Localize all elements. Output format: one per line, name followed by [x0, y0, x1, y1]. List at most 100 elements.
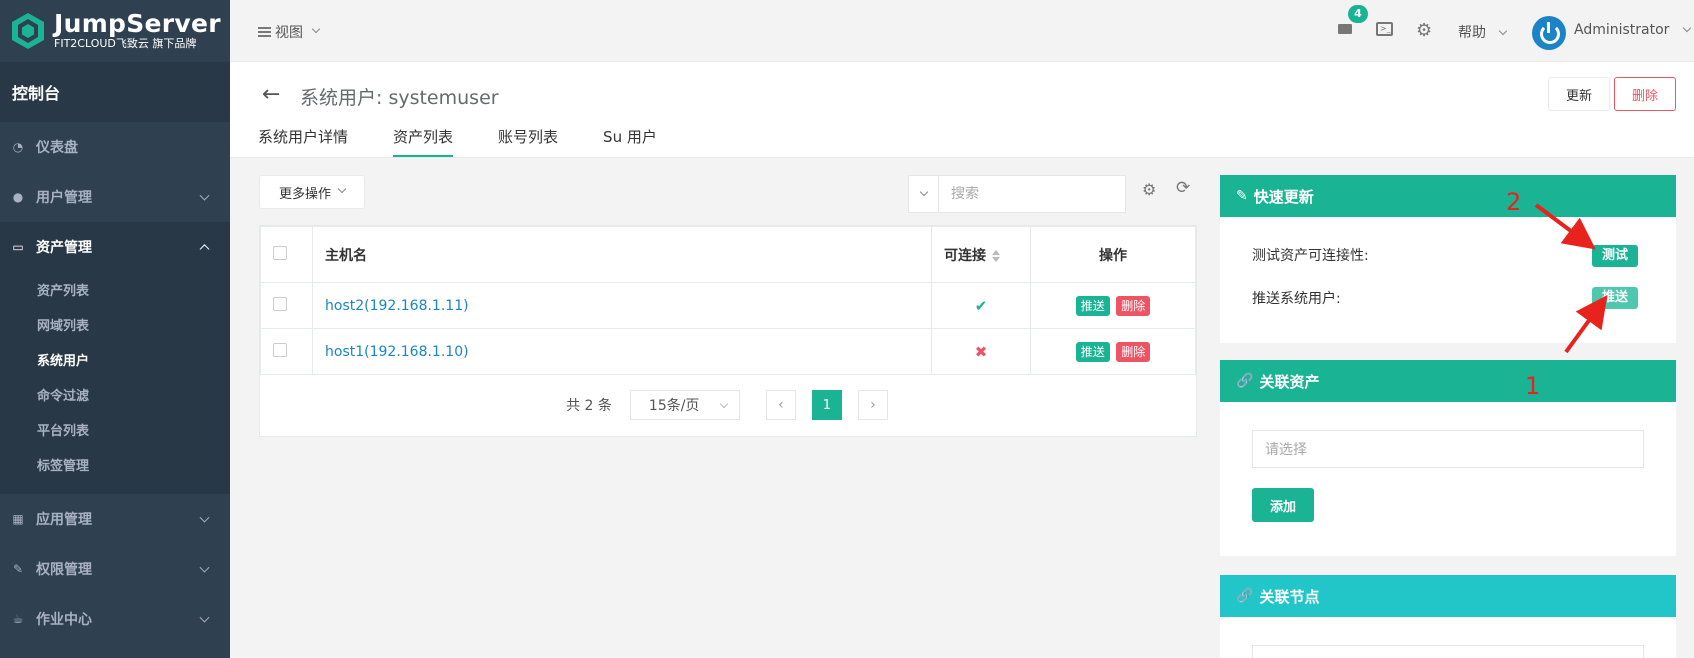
- push-system-user-button[interactable]: 推送: [1592, 287, 1639, 309]
- row-checkbox[interactable]: [273, 296, 287, 311]
- link-icon: 🔗: [1236, 588, 1254, 604]
- column-header-connectable[interactable]: 可连接: [931, 226, 1031, 283]
- edit-icon: ✎: [12, 562, 24, 576]
- related-assets-panel: 🔗 关联资产 请选择 添加: [1220, 360, 1676, 556]
- page-size-value: 15条/页: [648, 398, 700, 414]
- chevron-down-icon: [311, 24, 321, 34]
- inbox-icon: ▭: [12, 240, 24, 254]
- sidebar-sub-asset-list[interactable]: 资产列表: [0, 272, 230, 307]
- push-button[interactable]: 推送: [1075, 295, 1110, 316]
- sidebar-item-permissions[interactable]: ✎ 权限管理: [0, 544, 230, 594]
- select-all-checkbox[interactable]: [273, 245, 287, 260]
- chevron-down-icon: [199, 612, 210, 623]
- chevron-down-icon: [919, 187, 928, 197]
- asset-table: 主机名 可连接 操作 host2(192.168.1.11) ✔ 推送 删除 h…: [260, 226, 1196, 375]
- push-button[interactable]: 推送: [1075, 341, 1110, 362]
- sidebar-item-jobs[interactable]: ☕ 作业中心: [0, 594, 230, 644]
- console-label: 控制台: [0, 62, 230, 122]
- table-row: host2(192.168.1.11) ✔ 推送 删除: [260, 282, 1196, 329]
- jumpserver-logo-icon: [12, 13, 44, 49]
- brand-logo[interactable]: JumpServer FIT2CLOUD飞致云 旗下品牌: [0, 0, 230, 62]
- sidebar-sub-command-filter[interactable]: 命令过滤: [0, 377, 230, 412]
- sidebar-item-label: 应用管理: [36, 512, 92, 528]
- table-header-row: 主机名 可连接 操作: [260, 226, 1196, 283]
- chevron-left-icon: ‹: [778, 397, 784, 413]
- tab-account-list[interactable]: 账号列表: [498, 126, 558, 157]
- help-menu-button[interactable]: 帮助: [1458, 22, 1508, 42]
- help-label: 帮助: [1458, 25, 1486, 41]
- terminal-icon[interactable]: >_: [1376, 22, 1393, 36]
- related-assets-title: 关联资产: [1259, 372, 1320, 391]
- chevron-right-icon: ›: [870, 397, 876, 413]
- sort-icon[interactable]: [992, 250, 1000, 262]
- hostname-link[interactable]: host1(192.168.1.10): [325, 344, 469, 360]
- delete-row-button[interactable]: 删除: [1116, 295, 1151, 316]
- sidebar-sub-system-user[interactable]: 系统用户: [0, 342, 230, 377]
- avatar[interactable]: [1532, 16, 1566, 50]
- test-connectivity-label: 测试资产可连接性:: [1252, 248, 1369, 264]
- row-checkbox-cell: [260, 328, 313, 375]
- related-nodes-title: 关联节点: [1259, 587, 1320, 606]
- table-settings-gear-icon[interactable]: ⚙: [1142, 180, 1156, 199]
- sidebar-item-label: 用户管理: [36, 190, 92, 206]
- delete-button[interactable]: 删除: [1614, 77, 1676, 111]
- select-all-cell: [260, 226, 313, 283]
- quick-update-header: ✎ 快速更新: [1220, 175, 1676, 217]
- hostname-cell: host1(192.168.1.10): [312, 328, 932, 375]
- search-filter-dropdown[interactable]: [909, 176, 939, 212]
- sidebar-item-assets[interactable]: ▭ 资产管理: [0, 222, 230, 272]
- sidebar-item-label: 作业中心: [36, 612, 92, 628]
- page-header: ← 系统用户: systemuser 更新 删除 系统用户详情 资产列表 账号列…: [230, 62, 1694, 158]
- back-arrow-icon[interactable]: ←: [262, 82, 280, 107]
- hostname-cell: host2(192.168.1.11): [312, 282, 932, 329]
- mail-icon[interactable]: [1338, 24, 1352, 34]
- hostname-link[interactable]: host2(192.168.1.11): [325, 298, 469, 314]
- chevron-down-icon: [1499, 26, 1508, 36]
- push-system-user-label: 推送系统用户:: [1252, 291, 1341, 307]
- hamburger-icon: [258, 27, 271, 37]
- quick-update-title: 快速更新: [1253, 187, 1314, 206]
- related-nodes-header: 🔗 关联节点: [1220, 575, 1676, 617]
- related-nodes-panel: 🔗 关联节点: [1220, 575, 1676, 658]
- test-button[interactable]: 测试: [1592, 245, 1639, 267]
- tab-asset-list[interactable]: 资产列表: [393, 126, 454, 157]
- sidebar-item-label: 权限管理: [36, 562, 92, 578]
- column-header-actions: 操作: [1030, 226, 1196, 283]
- gear-icon[interactable]: ⚙: [1416, 20, 1432, 41]
- column-header-hostname[interactable]: 主机名: [312, 226, 932, 283]
- sidebar-item-users[interactable]: ● 用户管理: [0, 172, 230, 222]
- actions-cell: 推送 删除: [1030, 328, 1196, 375]
- user-menu-button[interactable]: Administrator: [1574, 22, 1692, 38]
- prev-page-button[interactable]: ‹: [765, 390, 796, 420]
- asset-table-panel: 主机名 可连接 操作 host2(192.168.1.11) ✔ 推送 删除 h…: [259, 225, 1197, 437]
- sidebar-sub-label-management[interactable]: 标签管理: [0, 447, 230, 482]
- sidebar-sub-platform-list[interactable]: 平台列表: [0, 412, 230, 447]
- chevron-down-icon: [719, 399, 729, 409]
- search-input[interactable]: [939, 186, 1125, 202]
- grid-icon: ▦: [12, 512, 24, 526]
- quick-update-panel: ✎ 快速更新 测试资产可连接性: 测试 推送系统用户: 推送: [1220, 175, 1676, 343]
- row-checkbox[interactable]: [273, 342, 287, 357]
- update-button[interactable]: 更新: [1548, 77, 1610, 111]
- sidebar-item-applications[interactable]: ▦ 应用管理: [0, 494, 230, 544]
- sidebar-item-dashboard[interactable]: ◔ 仪表盘: [0, 122, 230, 172]
- tab-system-user-detail[interactable]: 系统用户详情: [258, 126, 348, 157]
- sidebar: JumpServer FIT2CLOUD飞致云 旗下品牌 控制台 ◔ 仪表盘 ●…: [0, 0, 230, 658]
- more-actions-button[interactable]: 更多操作: [259, 175, 365, 209]
- annotation-number-2: 2: [1506, 188, 1522, 216]
- sidebar-sub-domain-list[interactable]: 网域列表: [0, 307, 230, 342]
- page-number-button[interactable]: 1: [811, 390, 842, 420]
- tab-su-user[interactable]: Su 用户: [603, 126, 657, 157]
- next-page-button[interactable]: ›: [857, 390, 888, 420]
- asset-select-input[interactable]: 请选择: [1252, 430, 1644, 468]
- refresh-icon[interactable]: ⟳: [1176, 178, 1190, 198]
- add-asset-button[interactable]: 添加: [1252, 488, 1314, 522]
- view-menu-button[interactable]: 视图: [258, 22, 321, 42]
- delete-row-button[interactable]: 删除: [1116, 341, 1151, 362]
- actions-cell: 推送 删除: [1030, 282, 1196, 329]
- chevron-down-icon: [1682, 23, 1692, 33]
- sidebar-item-label: 资产管理: [36, 240, 92, 256]
- page-size-select[interactable]: 15条/页: [629, 390, 740, 420]
- link-icon: 🔗: [1236, 373, 1254, 389]
- node-select-input[interactable]: [1252, 645, 1644, 658]
